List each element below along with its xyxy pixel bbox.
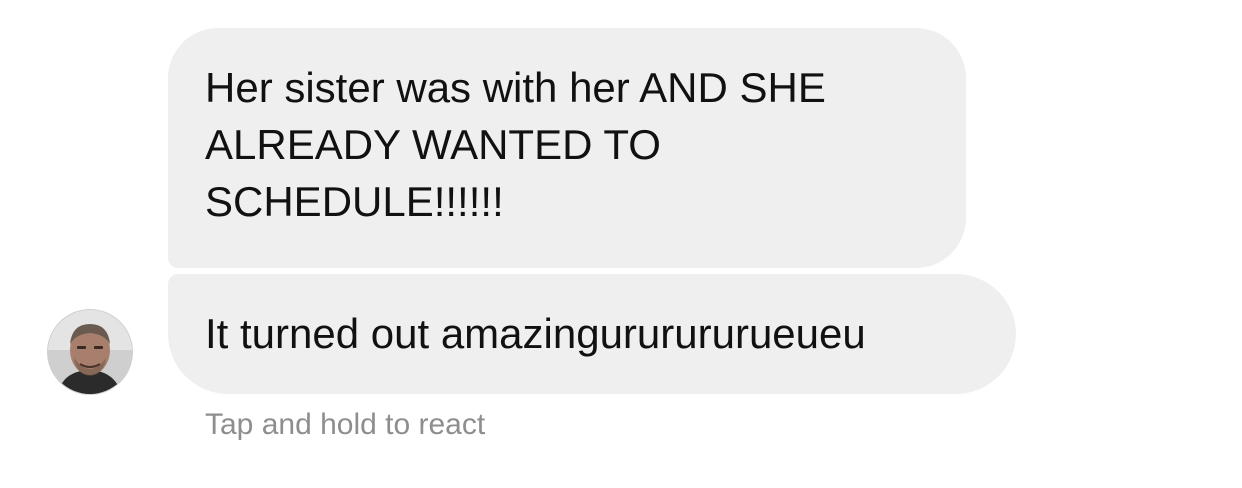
react-hint: Tap and hold to react xyxy=(205,408,486,441)
sender-avatar[interactable] xyxy=(48,310,132,394)
message-thread: Her sister was with her AND SHE ALREADY … xyxy=(0,0,1242,488)
profile-photo-icon xyxy=(48,310,132,394)
message-bubble[interactable]: Her sister was with her AND SHE ALREADY … xyxy=(168,28,966,268)
message-text: Her sister was with her AND SHE ALREADY … xyxy=(205,64,826,225)
message-text: It turned out amazingururururueueu xyxy=(205,310,866,357)
message-bubble[interactable]: It turned out amazingururururueueu xyxy=(168,274,1016,394)
